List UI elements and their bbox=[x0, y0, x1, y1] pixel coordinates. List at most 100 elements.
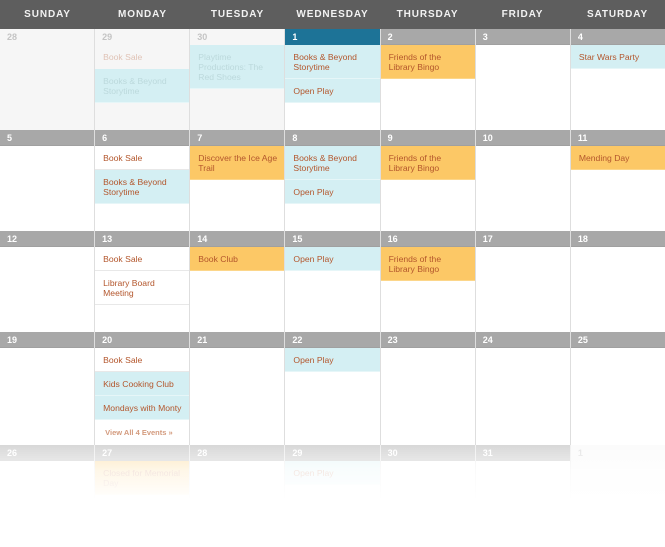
day-number: 28 bbox=[0, 29, 95, 45]
day-cell[interactable]: 29 Open Play bbox=[285, 445, 381, 547]
day-cell[interactable]: 1 bbox=[570, 445, 665, 547]
calendar-event[interactable]: Books & Beyond Storytime bbox=[285, 45, 380, 79]
day-cell-today[interactable]: 1 Books & Beyond Storytime Open Play bbox=[285, 29, 381, 130]
day-cell[interactable]: 31 bbox=[475, 445, 571, 547]
week-row: 28 29 Book Sale Books & Beyond Storytime 30 P… bbox=[0, 29, 665, 130]
day-cell[interactable]: 23 bbox=[380, 332, 476, 445]
day-cell[interactable]: 28 bbox=[0, 29, 96, 130]
calendar-event[interactable]: Playtime Productions: The Red Shoes bbox=[190, 45, 285, 89]
calendar-event[interactable]: Friends of the Library Bingo bbox=[380, 146, 475, 180]
day-number: 24 bbox=[475, 332, 570, 348]
day-number: 22 bbox=[285, 332, 380, 348]
day-number: 30 bbox=[190, 29, 285, 45]
day-number: 5 bbox=[0, 130, 95, 146]
view-all-events-link[interactable]: View All 4 Events » bbox=[95, 420, 189, 445]
day-cell[interactable]: 6 Book Sale Books & Beyond Storytime bbox=[95, 130, 191, 231]
day-cell[interactable]: 29 Book Sale Books & Beyond Storytime bbox=[95, 29, 191, 130]
day-number: 31 bbox=[475, 445, 570, 461]
weekday-friday: FRIDAY bbox=[501, 9, 544, 20]
day-number: 18 bbox=[570, 231, 665, 247]
week-row: 26 27 Closed for Memorial Day 28 29 Open Play… bbox=[0, 445, 665, 547]
week-row: 5 6 Book Sale Books & Beyond Storytime 7 Disc… bbox=[0, 130, 665, 231]
day-cell[interactable]: 27 Closed for Memorial Day bbox=[95, 445, 191, 547]
calendar-event[interactable]: Open Play bbox=[285, 348, 380, 372]
day-cell[interactable]: 10 bbox=[475, 130, 571, 231]
calendar-event[interactable]: Books & Beyond Storytime bbox=[285, 146, 380, 180]
weekday-tuesday: TUESDAY bbox=[210, 9, 265, 20]
day-cell[interactable]: 9 Friends of the Library Bingo bbox=[380, 130, 476, 231]
weekday-header: SUNDAY MONDAY TUESDAY WEDNESDAY THURSDAY… bbox=[0, 0, 665, 29]
day-cell[interactable]: 21 bbox=[190, 332, 286, 445]
week-row: 19 20 Book Sale Kids Cooking Club Mondays wi… bbox=[0, 332, 665, 445]
weekday-sunday: SUNDAY bbox=[24, 9, 71, 20]
day-number: 11 bbox=[570, 130, 665, 146]
day-cell[interactable]: 18 bbox=[570, 231, 665, 332]
day-number: 29 bbox=[95, 29, 190, 45]
day-cell[interactable]: 19 bbox=[0, 332, 96, 445]
day-cell[interactable]: 7 Discover the Ice Age Trail bbox=[190, 130, 286, 231]
day-number: 29 bbox=[285, 445, 380, 461]
day-number: 1 bbox=[570, 445, 665, 461]
day-number: 14 bbox=[190, 231, 285, 247]
weekday-saturday: SATURDAY bbox=[586, 9, 649, 20]
day-number: 21 bbox=[190, 332, 285, 348]
day-number: 25 bbox=[570, 332, 665, 348]
calendar-event[interactable]: Books & Beyond Storytime bbox=[95, 170, 190, 204]
calendar-event[interactable]: Discover the Ice Age Trail bbox=[190, 146, 285, 180]
calendar-event[interactable]: Friends of the Library Bingo bbox=[380, 247, 475, 281]
calendar-event[interactable]: Star Wars Party bbox=[570, 45, 665, 69]
day-number: 10 bbox=[475, 130, 570, 146]
day-cell[interactable]: 28 bbox=[190, 445, 286, 547]
day-number: 26 bbox=[0, 445, 95, 461]
calendar-event[interactable]: Book Sale bbox=[95, 45, 190, 69]
day-number: 2 bbox=[380, 29, 475, 45]
day-cell[interactable]: 2 Friends of the Library Bingo bbox=[380, 29, 476, 130]
day-number: 1 bbox=[285, 29, 380, 45]
day-cell[interactable]: 5 bbox=[0, 130, 96, 231]
calendar-event[interactable]: Book Sale bbox=[95, 247, 190, 271]
weekday-wednesday: WEDNESDAY bbox=[296, 9, 369, 20]
day-number: 6 bbox=[95, 130, 190, 146]
calendar-event[interactable]: Open Play bbox=[285, 461, 380, 485]
calendar-event[interactable]: Book Sale bbox=[95, 348, 190, 372]
day-number: 9 bbox=[380, 130, 475, 146]
week-row: 12 13 Book Sale Library Board Meeting 14 Book… bbox=[0, 231, 665, 332]
weekday-thursday: THURSDAY bbox=[396, 9, 459, 20]
day-cell[interactable]: 8 Books & Beyond Storytime Open Play bbox=[285, 130, 381, 231]
calendar-event[interactable]: Closed for Memorial Day bbox=[95, 461, 190, 495]
day-cell[interactable]: 30 Playtime Productions: The Red Shoes bbox=[190, 29, 286, 130]
calendar-event[interactable]: Open Play bbox=[285, 247, 380, 271]
day-cell[interactable]: 24 bbox=[475, 332, 571, 445]
calendar-event[interactable]: Book Club bbox=[190, 247, 285, 271]
day-cell[interactable]: 25 bbox=[570, 332, 665, 445]
calendar-event[interactable]: Open Play bbox=[285, 180, 380, 204]
calendar-event[interactable]: Kids Cooking Club bbox=[95, 372, 190, 396]
day-cell[interactable]: 20 Book Sale Kids Cooking Club Mondays with… bbox=[95, 332, 191, 445]
calendar-event[interactable]: Friends of the Library Bingo bbox=[380, 45, 475, 79]
day-number: 20 bbox=[95, 332, 190, 348]
day-cell[interactable]: 13 Book Sale Library Board Meeting bbox=[95, 231, 191, 332]
day-cell[interactable]: 3 bbox=[475, 29, 571, 130]
calendar-event[interactable]: Book Sale bbox=[95, 146, 190, 170]
calendar-event[interactable]: Open Play bbox=[285, 79, 380, 103]
day-cell[interactable]: 30 bbox=[380, 445, 476, 547]
day-number: 3 bbox=[475, 29, 570, 45]
calendar-event[interactable]: Mondays with Monty bbox=[95, 396, 190, 420]
calendar-event[interactable]: Mending Day bbox=[570, 146, 665, 170]
day-cell[interactable]: 16 Friends of the Library Bingo bbox=[380, 231, 476, 332]
day-number: 8 bbox=[285, 130, 380, 146]
day-cell[interactable]: 17 bbox=[475, 231, 571, 332]
day-cell[interactable]: 26 bbox=[0, 445, 96, 547]
day-cell[interactable]: 4 Star Wars Party bbox=[570, 29, 665, 130]
calendar-event[interactable]: Library Board Meeting bbox=[95, 271, 190, 305]
day-cell[interactable]: 11 Mending Day bbox=[570, 130, 665, 231]
calendar-event[interactable]: Books & Beyond Storytime bbox=[95, 69, 190, 103]
day-cell[interactable]: 22 Open Play bbox=[285, 332, 381, 445]
day-number: 12 bbox=[0, 231, 95, 247]
day-cell[interactable]: 12 bbox=[0, 231, 96, 332]
day-number: 13 bbox=[95, 231, 190, 247]
day-number: 15 bbox=[285, 231, 380, 247]
day-number: 28 bbox=[190, 445, 285, 461]
day-cell[interactable]: 15 Open Play bbox=[285, 231, 381, 332]
day-cell[interactable]: 14 Book Club bbox=[190, 231, 286, 332]
